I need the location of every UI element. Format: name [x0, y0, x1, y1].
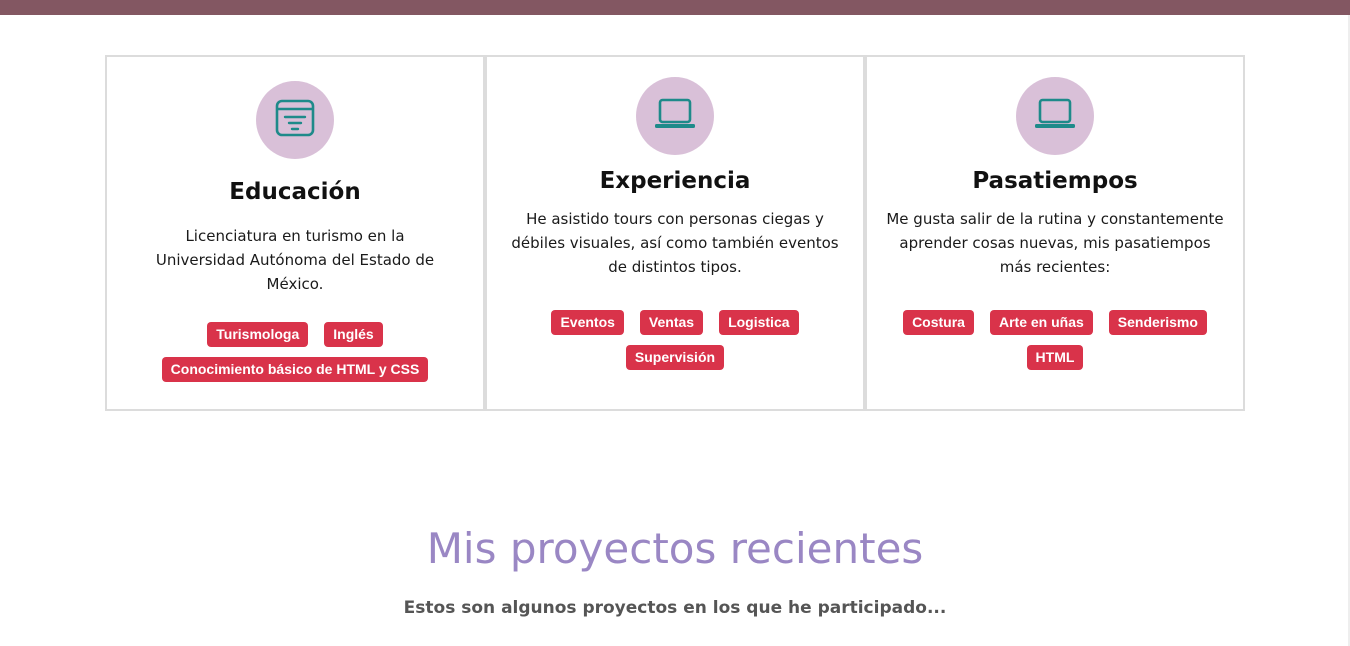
laptop-icon	[654, 96, 696, 136]
tag: Turismologa	[207, 322, 309, 347]
tag: Inglés	[324, 322, 383, 347]
tag-list: Turismologa Inglés Conocimiento básico d…	[145, 322, 445, 392]
tag: HTML	[1026, 345, 1084, 370]
card-description: Licenciatura en turismo en la Universida…	[155, 227, 435, 293]
tag: Eventos	[551, 310, 624, 335]
card-description: Me gusta salir de la rutina y constantem…	[886, 210, 1224, 276]
laptop-icon	[1034, 96, 1076, 136]
projects-subtitle: Estos son algunos proyectos en los que h…	[403, 598, 947, 618]
icon-circle	[1016, 77, 1094, 155]
tag: Costura	[903, 310, 974, 335]
projects-title: Mis proyectos recientes	[426, 524, 924, 573]
info-cards: Educación Licenciatura en turismo en la …	[105, 55, 1245, 411]
card-description: He asistido tours con personas ciegas y …	[511, 210, 839, 276]
icon-circle	[256, 81, 334, 159]
tag: Supervisión	[625, 345, 725, 370]
card-title: Pasatiempos	[972, 168, 1138, 194]
card-hobbies: Pasatiempos Me gusta salir de la rutina …	[865, 55, 1245, 411]
tag: Conocimiento básico de HTML y CSS	[161, 357, 429, 382]
filter-list-icon	[274, 97, 316, 143]
card-title: Educación	[229, 179, 361, 205]
tag-list: Costura Arte en uñas Senderismo HTML	[890, 310, 1220, 380]
tag-list: Eventos Ventas Logistica Supervisión	[510, 310, 840, 380]
tag: Arte en uñas	[989, 310, 1093, 335]
tag: Senderismo	[1108, 310, 1207, 335]
tag: Ventas	[639, 310, 704, 335]
card-education: Educación Licenciatura en turismo en la …	[105, 55, 485, 411]
top-bar	[0, 0, 1350, 15]
tag: Logistica	[719, 310, 799, 335]
card-title: Experiencia	[599, 168, 751, 194]
card-experience: Experiencia He asistido tours con person…	[485, 55, 865, 411]
icon-circle	[636, 77, 714, 155]
